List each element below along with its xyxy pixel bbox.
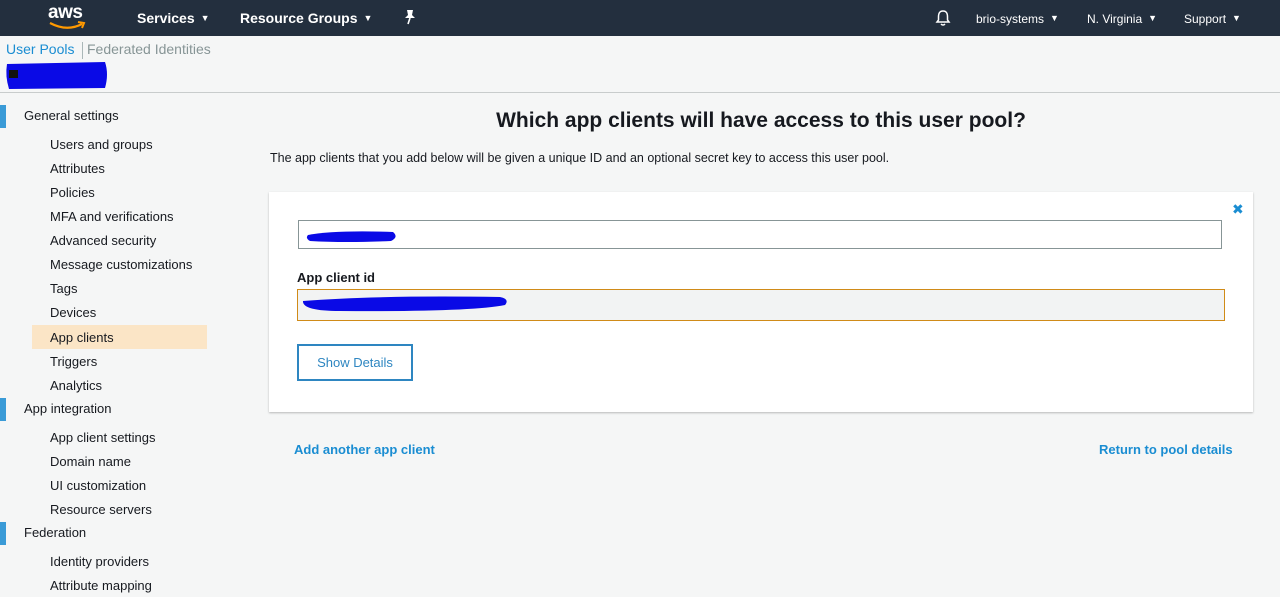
section-label: Federation xyxy=(24,525,87,540)
sidebar-item-label: Domain name xyxy=(50,454,131,469)
redacted-app-client-name xyxy=(306,231,396,242)
redacted-pool-name xyxy=(6,62,107,89)
redacted-app-client-id xyxy=(302,296,507,312)
sidebar-item-ui-customization[interactable]: UI customization xyxy=(32,473,207,497)
section-indicator xyxy=(0,105,6,128)
account-menu[interactable]: brio-systems ▼ xyxy=(976,12,1059,26)
services-menu[interactable]: Services ▼ xyxy=(137,10,210,26)
show-details-button[interactable]: Show Details xyxy=(297,344,413,381)
chevron-down-icon: ▼ xyxy=(1148,13,1158,23)
return-to-pool-details-link[interactable]: Return to pool details xyxy=(1099,442,1233,457)
sidebar-item-attribute-mapping[interactable]: Attribute mapping xyxy=(32,573,207,597)
app-client-id-label: App client id xyxy=(297,270,375,285)
sidebar-item-label: Message customizations xyxy=(50,257,193,272)
app-client-card: ✖ App client id Show Details xyxy=(269,192,1253,412)
sidebar-item-attributes[interactable]: Attributes xyxy=(32,156,207,180)
sidebar-item-app-client-settings[interactable]: App client settings xyxy=(32,425,207,449)
sidebar-item-mfa-and-verifications[interactable]: MFA and verifications xyxy=(32,204,207,228)
region-label: N. Virginia xyxy=(1087,12,1143,26)
sidebar-item-label: MFA and verifications xyxy=(50,209,174,224)
sidebar-item-triggers[interactable]: Triggers xyxy=(32,349,207,373)
account-label: brio-systems xyxy=(976,12,1045,26)
bell-icon[interactable] xyxy=(935,9,951,27)
section-label: General settings xyxy=(24,108,119,123)
tab-user-pools[interactable]: User Pools xyxy=(6,41,74,57)
sidebar-item-label: Devices xyxy=(50,305,97,320)
sidebar-section-general-settings[interactable]: General settings xyxy=(0,104,220,128)
sidebar-item-message-customizations[interactable]: Message customizations xyxy=(32,252,207,276)
resource-groups-label: Resource Groups xyxy=(240,10,358,26)
sidebar-item-label: Analytics xyxy=(50,378,103,393)
app-client-id-field[interactable] xyxy=(297,289,1225,321)
service-subheader: User Pools Federated Identities xyxy=(0,36,1280,93)
sidebar-item-users-and-groups[interactable]: Users and groups xyxy=(32,132,207,156)
sidebar-item-label: Triggers xyxy=(50,354,98,369)
close-icon[interactable]: ✖ xyxy=(1232,201,1244,218)
section-label: App integration xyxy=(24,401,112,416)
sidebar-item-label: Tags xyxy=(50,281,78,296)
chevron-down-icon: ▼ xyxy=(200,13,210,23)
sidebar-item-identity-providers[interactable]: Identity providers xyxy=(32,549,207,573)
sidebar-item-label: Resource servers xyxy=(50,502,152,517)
sidebar-item-label: Advanced security xyxy=(50,233,157,248)
pin-icon[interactable] xyxy=(403,9,417,25)
chevron-down-icon: ▼ xyxy=(1232,13,1241,23)
resource-groups-menu[interactable]: Resource Groups ▼ xyxy=(240,10,372,26)
sidebar-item-devices[interactable]: Devices xyxy=(32,300,207,324)
section-indicator xyxy=(0,522,6,545)
sidebar-item-label: UI customization xyxy=(50,478,147,493)
support-menu[interactable]: Support ▼ xyxy=(1184,12,1241,26)
aws-logo[interactable]: aws xyxy=(48,2,88,32)
sidebar-item-domain-name[interactable]: Domain name xyxy=(32,449,207,473)
region-menu[interactable]: N. Virginia ▼ xyxy=(1087,12,1157,26)
sidebar-item-label: App clients xyxy=(50,330,114,345)
support-label: Support xyxy=(1184,12,1227,26)
sidebar-item-label: Users and groups xyxy=(50,137,153,152)
tab-federated-identities[interactable]: Federated Identities xyxy=(87,41,211,57)
section-indicator xyxy=(0,398,6,421)
sidebar-item-label: Identity providers xyxy=(50,554,149,569)
page-description: The app clients that you add below will … xyxy=(270,151,890,165)
sidebar-section-federation[interactable]: Federation xyxy=(0,521,220,545)
top-navigation-bar: aws Services ▼ Resource Groups ▼ brio-syst… xyxy=(0,0,1280,36)
sidebar-item-label: App client settings xyxy=(50,430,156,445)
sidebar-item-policies[interactable]: Policies xyxy=(32,180,207,204)
sidebar-item-app-clients[interactable]: App clients xyxy=(32,325,207,349)
services-label: Services xyxy=(137,10,195,26)
aws-smile-icon xyxy=(49,21,86,29)
app-client-name-input[interactable] xyxy=(298,220,1222,249)
sidebar-item-resource-servers[interactable]: Resource servers xyxy=(32,497,207,521)
chevron-down-icon: ▼ xyxy=(1050,13,1059,23)
sidebar-item-advanced-security[interactable]: Advanced security xyxy=(32,228,207,252)
sidebar-item-analytics[interactable]: Analytics xyxy=(32,373,207,397)
chevron-down-icon: ▼ xyxy=(363,13,373,23)
sidebar-nav: General settings Users and groups Attrib… xyxy=(0,92,230,593)
sidebar-item-tags[interactable]: Tags xyxy=(32,276,207,300)
sidebar-item-label: Policies xyxy=(50,185,95,200)
sidebar-item-label: Attribute mapping xyxy=(50,578,152,593)
tab-divider xyxy=(82,42,83,59)
sidebar-item-label: Attributes xyxy=(50,161,105,176)
add-another-app-client-link[interactable]: Add another app client xyxy=(294,442,435,457)
page-title: Which app clients will have access to th… xyxy=(496,109,1026,132)
sidebar-section-app-integration[interactable]: App integration xyxy=(0,397,220,421)
